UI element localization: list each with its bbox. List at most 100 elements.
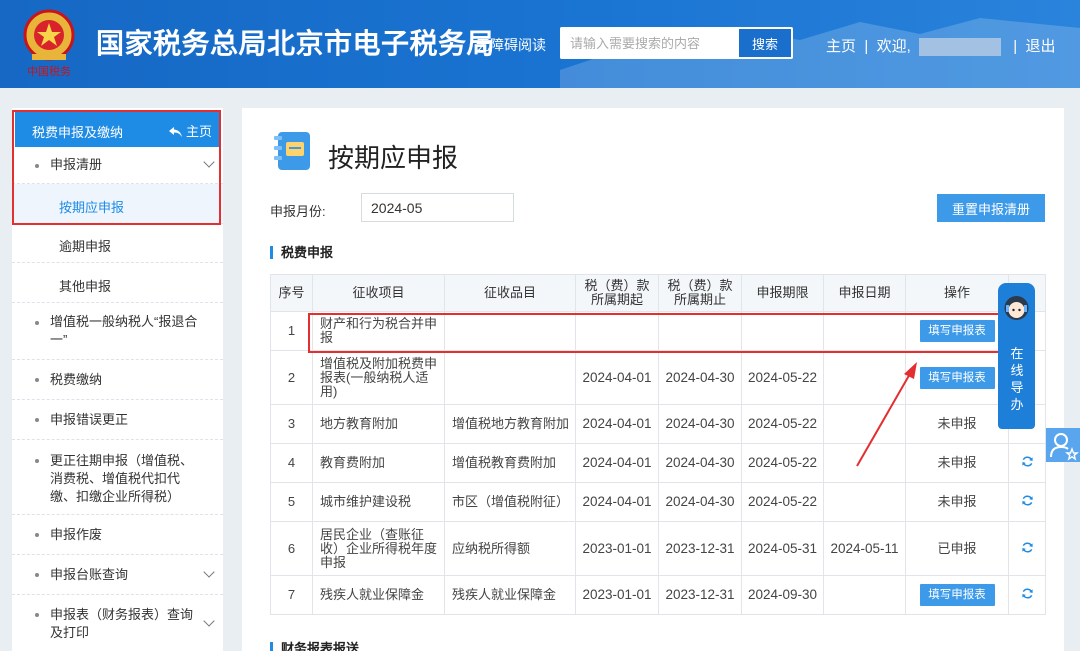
online-guide-label: 在线导办	[1010, 346, 1024, 412]
col-header-no: 序号	[270, 274, 313, 312]
col-header-item: 征收项目	[312, 274, 445, 312]
document-icon	[274, 132, 310, 170]
table-row: 6 居民企业（查账征收）企业所得税年度申报 应纳税所得额 2023-01-01 2023…	[270, 521, 1046, 576]
fill-form-button[interactable]: 填写申报表	[919, 584, 995, 606]
sidebar-item-report-query[interactable]: 申报表（财务报表）查询及打印	[12, 595, 223, 651]
refresh-icon[interactable]	[1021, 541, 1034, 554]
col-header-subitem: 征收品目	[444, 274, 576, 312]
month-field[interactable]	[361, 193, 514, 222]
cell-deadline: 2024-05-22	[741, 350, 824, 405]
sidebar-item-label: 增值税一般纳税人“报退合一”	[50, 314, 198, 347]
logout-link[interactable]: 退出	[1026, 35, 1056, 56]
search-box: 搜索	[560, 27, 793, 59]
cell-date	[823, 350, 906, 405]
cell-date: 2024-05-11	[823, 521, 906, 576]
cell-no: 7	[270, 575, 313, 615]
sidebar-item-ledger-query[interactable]: 申报台账查询	[12, 555, 223, 595]
refresh-icon[interactable]	[1021, 494, 1034, 507]
cell-subitem: 增值税教育费附加	[444, 443, 576, 483]
cell-period-end: 2024-04-30	[658, 443, 742, 483]
status-text: 未申报	[937, 494, 977, 509]
table-row: 5 城市维护建设税 市区（增值税附征） 2024-04-01 2024-04-30 202…	[270, 482, 1046, 522]
sidebar-item-tax-payment[interactable]: 税费缴纳	[12, 360, 223, 400]
table-row: 4 教育费附加 增值税教育费附加 2024-04-01 2024-04-30 2024-0…	[270, 443, 1046, 483]
sidebar-item-error-correction[interactable]: 申报错误更正	[12, 400, 223, 440]
username-masked	[918, 38, 1001, 57]
cell-no: 5	[270, 482, 313, 522]
nav-divider: |	[1009, 38, 1022, 55]
cell-item: 居民企业（查账征收）企业所得税年度申报	[312, 521, 445, 576]
col-header-period-end: 税（费）款所属期止	[658, 274, 742, 312]
cell-action: 未申报	[905, 404, 1009, 444]
accessibility-link[interactable]: 无障碍阅读	[476, 35, 546, 55]
cell-period-end: 2023-12-31	[658, 521, 742, 576]
top-header: 中国税务 国家税务总局北京市电子税务局 无障碍阅读 搜索 主页 | 欢迎, | …	[0, 0, 1080, 88]
cell-deadline: 2024-09-30	[741, 575, 824, 615]
cell-action: 未申报	[905, 443, 1009, 483]
table-row: 2 增值税及附加税费申报表(一般纳税人适用) 2024-04-01 2024-04-3…	[270, 350, 1046, 405]
refresh-icon[interactable]	[1021, 587, 1034, 600]
sidebar-item-label: 更正往期申报（增值税、消费税、增值税代扣代缴、扣缴企业所得税）	[50, 453, 194, 504]
table-row: 7 残疾人就业保障金 残疾人就业保障金 2023-01-01 2023-12-31 202…	[270, 575, 1046, 615]
cell-no: 3	[270, 404, 313, 444]
cell-item: 增值税及附加税费申报表(一般纳税人适用)	[312, 350, 445, 405]
chevron-down-icon	[203, 615, 215, 627]
sidebar-item-label: 申报作废	[50, 527, 103, 542]
user-service-float[interactable]	[1046, 428, 1080, 462]
main-panel: 按期应申报 申报月份: 重置申报清册 税费申报 序号 征收项目 征收品目 税（费…	[242, 108, 1064, 651]
bullet-icon	[35, 573, 39, 577]
page-title: 按期应申报	[328, 143, 459, 173]
cell-item: 城市维护建设税	[312, 482, 445, 522]
highlight-box-sidebar	[12, 110, 221, 225]
svg-text:中国税务: 中国税务	[27, 64, 71, 78]
cell-date	[823, 404, 906, 444]
cell-action: 填写申报表	[905, 350, 1009, 405]
fill-form-button[interactable]: 填写申报表	[919, 366, 995, 389]
cell-refresh	[1008, 482, 1046, 522]
cell-subitem: 应纳税所得额	[444, 521, 576, 576]
cell-no: 2	[270, 350, 313, 405]
col-header-period-start: 税（费）款所属期起	[575, 274, 659, 312]
sidebar-item-past-correction[interactable]: 更正往期申报（增值税、消费税、增值税代扣代缴、扣缴企业所得税）	[12, 440, 223, 515]
search-button[interactable]: 搜索	[739, 29, 791, 57]
cell-no: 1	[270, 311, 313, 351]
cell-refresh	[1008, 575, 1046, 615]
bullet-icon	[35, 459, 39, 463]
user-star-icon	[1050, 433, 1079, 461]
sidebar-item-vat-refund[interactable]: 增值税一般纳税人“报退合一”	[12, 303, 223, 360]
month-label: 申报月份:	[270, 204, 326, 219]
table-row: 3 地方教育附加 增值税地方教育附加 2024-04-01 2024-04-30 2024…	[270, 404, 1046, 444]
sidebar-item-label: 其他申报	[59, 279, 112, 294]
sidebar-item-label: 申报错误更正	[50, 412, 129, 427]
refresh-icon[interactable]	[1021, 455, 1034, 468]
cell-no: 6	[270, 521, 313, 576]
bullet-icon	[35, 378, 39, 382]
bullet-icon	[35, 533, 39, 537]
reset-list-button[interactable]: 重置申报清册	[937, 194, 1045, 222]
cell-subitem: 市区（增值税附征）	[444, 482, 576, 522]
sidebar-item-other-declaration[interactable]: 其他申报	[12, 263, 223, 303]
search-input[interactable]	[560, 27, 738, 59]
cell-refresh	[1008, 443, 1046, 483]
sidebar-item-label: 税费缴纳	[50, 372, 103, 387]
cell-period-start: 2024-04-01	[575, 443, 659, 483]
cell-date	[823, 482, 906, 522]
sidebar-item-declaration-void[interactable]: 申报作废	[12, 515, 223, 555]
cell-date	[823, 575, 906, 615]
cell-action: 已申报	[905, 521, 1009, 576]
sidebar-item-overdue-declaration[interactable]: 逾期申报	[12, 224, 223, 263]
home-link[interactable]: 主页	[826, 35, 856, 56]
cell-item: 地方教育附加	[312, 404, 445, 444]
welcome-text: 欢迎,	[876, 38, 911, 55]
cell-period-start: 2023-01-01	[575, 521, 659, 576]
status-text: 已申报	[937, 540, 977, 556]
cell-date	[823, 443, 906, 483]
cell-period-end: 2024-04-30	[658, 404, 742, 444]
cell-item: 教育费附加	[312, 443, 445, 483]
cell-subitem: 残疾人就业保障金	[444, 575, 576, 615]
cell-period-start: 2024-04-01	[575, 350, 659, 405]
cell-item: 残疾人就业保障金	[312, 575, 445, 615]
cell-action: 填写申报表	[905, 575, 1009, 615]
cell-period-start: 2024-04-01	[575, 482, 659, 522]
online-guide-widget[interactable]: 在线导办	[998, 283, 1035, 429]
